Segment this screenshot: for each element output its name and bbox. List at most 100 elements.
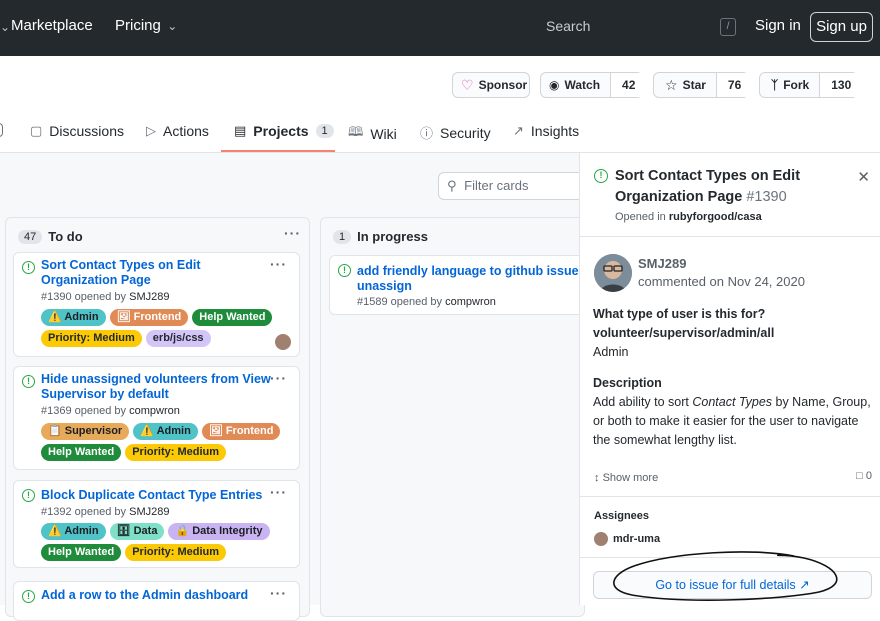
author-avatar[interactable]	[594, 254, 632, 292]
card-author[interactable]: SMJ289	[129, 506, 169, 518]
watch-label: Watch	[564, 78, 601, 92]
label-frontend[interactable]: 🖼 Frontend	[109, 309, 189, 326]
nav-marketplace[interactable]: Marketplace	[11, 17, 93, 34]
open-issue-icon: !	[22, 590, 35, 603]
watch-count[interactable]: 42	[610, 73, 647, 97]
column-menu-icon[interactable]: ···	[284, 225, 301, 241]
card-labels: ⚠️ Admin 🖼 Frontend Help Wanted Priority…	[41, 309, 281, 347]
label-erb-js-css[interactable]: erb/js/css	[145, 330, 211, 347]
open-issue-icon: !	[338, 264, 351, 277]
label-help-wanted[interactable]: Help Wanted	[192, 309, 273, 326]
card-meta: #1390 opened by SMJ289	[41, 291, 169, 303]
show-more-button[interactable]: ↕ Show more	[594, 472, 658, 484]
card-menu-icon[interactable]: ···	[270, 370, 287, 386]
search-shortcut-key: /	[720, 18, 736, 36]
chevron-down-icon: ⌄	[163, 19, 178, 33]
nav-pricing[interactable]: Pricing ⌄	[115, 17, 177, 34]
label-admin[interactable]: ⚠️ Admin	[41, 309, 106, 326]
card-author[interactable]: SMJ289	[129, 291, 169, 303]
card-title[interactable]: Hide unassigned volunteers from View Sup…	[41, 372, 271, 402]
star-button[interactable]: ☆ Star 76	[653, 72, 753, 98]
star-count[interactable]: 76	[715, 73, 753, 97]
selected-tab-indicator	[221, 150, 335, 152]
label-help-wanted[interactable]: Help Wanted	[41, 444, 122, 461]
watch-button[interactable]: ◉ Watch 42	[540, 72, 647, 98]
label-priority-medium[interactable]: Priority: Medium	[125, 444, 227, 461]
repo-tabs: ▢ Discussions ▷ Actions ▤ Projects 1 🕮 Wiki ⓘ…	[0, 113, 880, 153]
sponsor-button[interactable]: ♡ Sponsor	[452, 72, 530, 98]
tab-security-label: Security	[440, 124, 491, 141]
column-header: 47 To do	[18, 229, 83, 244]
column-in-progress: 1 In progress ! add friendly language to…	[320, 217, 594, 617]
comment-author[interactable]: SMJ289	[638, 256, 686, 271]
star-label: Star	[682, 78, 706, 92]
column-count: 1	[333, 229, 352, 244]
panel-repo-link[interactable]: rubyforgood/casa	[669, 211, 762, 223]
description-text: Add ability to sort Contact Types by Nam…	[593, 393, 873, 450]
card-labels: ⚠️ Admin 🗄 Data 🔒 Data Integrity Help Wa…	[41, 523, 281, 561]
label-supervisor[interactable]: 📋 Supervisor	[41, 423, 130, 440]
comment-count[interactable]: □ 0	[856, 470, 872, 482]
tab-actions-label: Actions	[163, 123, 209, 139]
sign-up-button[interactable]: Sign up	[810, 12, 873, 42]
issue-number: #1392	[41, 506, 72, 518]
card-menu-icon[interactable]: ···	[270, 585, 287, 601]
sign-in-link[interactable]: Sign in	[755, 17, 801, 34]
label-admin[interactable]: ⚠️ Admin	[133, 423, 198, 440]
label-priority-medium[interactable]: Priority: Medium	[41, 330, 142, 347]
project-card[interactable]: ! Add a row to the Admin dashboard ···	[13, 581, 300, 621]
card-title[interactable]: Block Duplicate Contact Type Entries	[41, 488, 271, 503]
tab-wiki[interactable]: 🕮 Wiki	[348, 123, 397, 145]
divider	[580, 496, 880, 497]
card-title[interactable]: add friendly language to github issue un…	[357, 264, 582, 294]
card-menu-icon[interactable]: ···	[270, 256, 287, 272]
label-frontend[interactable]: 🖼 Frontend	[201, 423, 281, 440]
tab-discussions[interactable]: ▢ Discussions	[30, 123, 124, 139]
card-menu-icon[interactable]: ···	[270, 484, 287, 500]
filter-cards-input[interactable]: ⚲ Filter cards	[438, 172, 580, 200]
tab-projects[interactable]: ▤ Projects 1	[234, 123, 334, 139]
chevron-down-icon[interactable]: ⌄	[0, 20, 10, 34]
card-meta: #1392 opened by SMJ289	[41, 506, 169, 518]
panel-title[interactable]: Sort Contact Types on Edit Organization …	[615, 166, 845, 208]
divider	[580, 236, 880, 237]
question-heading: What type of user is this for?	[593, 307, 766, 321]
label-data[interactable]: 🗄 Data	[109, 523, 165, 540]
opened-by-text: opened by	[74, 291, 127, 303]
assignee[interactable]: mdr-uma	[594, 532, 660, 546]
label-help-wanted[interactable]: Help Wanted	[41, 544, 122, 561]
project-card[interactable]: ! Sort Contact Types on Edit Organizatio…	[13, 252, 300, 357]
opened-by-text: opened by	[74, 506, 127, 518]
fork-count[interactable]: 130	[819, 73, 863, 97]
search-placeholder: Search	[546, 18, 591, 34]
tab-security[interactable]: ⓘ Security	[420, 123, 491, 142]
column-title: To do	[48, 229, 83, 244]
opened-by-text: opened by	[74, 405, 127, 417]
tab-insights[interactable]: ↗ Insights	[513, 123, 579, 139]
book-icon: 🕮	[348, 124, 364, 139]
label-data-integrity[interactable]: 🔒 Data Integrity	[168, 523, 270, 540]
card-author[interactable]: compwron	[445, 296, 496, 308]
play-icon: ▷	[146, 123, 156, 138]
tab-projects-label: Projects	[253, 123, 309, 139]
card-title[interactable]: Add a row to the Admin dashboard	[41, 588, 271, 603]
card-title[interactable]: Sort Contact Types on Edit Organization …	[41, 258, 271, 288]
description-emphasis: Contact Types	[692, 395, 773, 409]
card-author[interactable]: compwron	[129, 405, 180, 417]
tab-actions[interactable]: ▷ Actions	[146, 123, 209, 139]
fork-button[interactable]: ᛉ Fork 130	[759, 72, 863, 98]
open-issue-icon: !	[22, 489, 35, 502]
label-admin[interactable]: ⚠️ Admin	[41, 523, 106, 540]
search-input[interactable]: Search /	[530, 15, 740, 41]
column-header: 1 In progress	[333, 229, 428, 244]
project-card[interactable]: ! add friendly language to github issue …	[329, 255, 594, 315]
close-icon[interactable]: ✕	[857, 168, 870, 186]
comment-timestamp: commented on Nov 24, 2020	[638, 274, 805, 289]
fork-label: Fork	[783, 78, 810, 92]
project-card[interactable]: ! Hide unassigned volunteers from View S…	[13, 366, 300, 470]
assignee-avatar[interactable]	[275, 334, 291, 350]
graph-icon: ↗	[513, 123, 524, 138]
project-card[interactable]: ! Block Duplicate Contact Type Entries ·…	[13, 480, 300, 568]
shield-icon: ⓘ	[420, 126, 434, 141]
label-priority-medium[interactable]: Priority: Medium	[125, 544, 227, 561]
